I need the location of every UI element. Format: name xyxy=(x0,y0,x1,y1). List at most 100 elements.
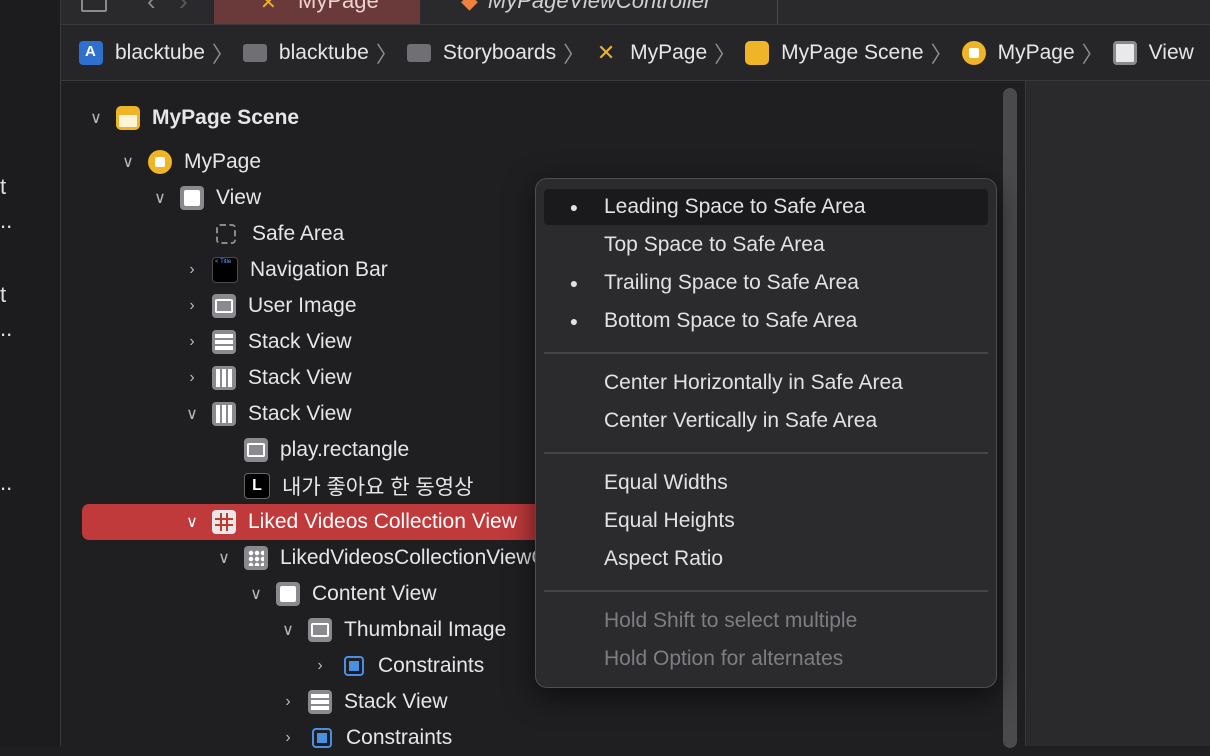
image-view-icon xyxy=(244,438,268,462)
outline-row-stack-view[interactable]: ∨ Stack View xyxy=(180,396,352,432)
view-controller-icon xyxy=(148,150,172,174)
row-label: Stack View xyxy=(248,330,352,353)
outline-row-safe-area[interactable]: ∨ Safe Area xyxy=(180,216,344,252)
tab-mypageviewcontroller[interactable]: ◆ MyPageViewController xyxy=(461,0,711,14)
menu-item-aspect-ratio[interactable]: Aspect Ratio xyxy=(544,541,988,577)
menu-hint-label: Hold Option for alternates xyxy=(604,647,844,670)
breadcrumb-item-view[interactable]: View xyxy=(1112,40,1194,65)
app-icon xyxy=(79,40,103,65)
menu-item-center-vertically[interactable]: Center Vertically in Safe Area xyxy=(544,403,988,439)
row-label: LikedVideosCollectionViewCell xyxy=(280,546,568,569)
menu-item-label: Center Horizontally in Safe Area xyxy=(604,371,903,394)
safe-area-icon xyxy=(216,224,236,244)
navigation-bar-icon xyxy=(212,257,238,283)
menu-hint-label: Hold Shift to select multiple xyxy=(604,609,858,632)
breadcrumb-item-view-controller[interactable]: MyPage 〉 xyxy=(961,37,1113,69)
disclosure-chevron-down-icon[interactable]: ∨ xyxy=(212,548,236,568)
chevron-right-icon: 〉 xyxy=(714,41,737,67)
label-icon: L xyxy=(244,473,270,499)
disclosure-chevron-right-icon[interactable]: › xyxy=(276,729,300,747)
collection-cell-icon xyxy=(244,546,268,570)
vertical-stack-view-icon xyxy=(212,330,236,354)
row-label: Safe Area xyxy=(252,222,345,245)
outline-row-view-controller[interactable]: ∨ MyPage xyxy=(116,144,261,180)
scene-icon xyxy=(745,40,770,65)
disclosure-chevron-right-icon[interactable]: › xyxy=(180,369,204,387)
canvas-pane xyxy=(1025,81,1210,746)
outline-row-view[interactable]: ∨ View xyxy=(148,180,261,216)
outline-row-user-image[interactable]: › User Image xyxy=(180,288,357,324)
menu-item-label: Equal Widths xyxy=(604,471,728,494)
view-controller-icon xyxy=(961,40,986,65)
outline-row-play-rectangle[interactable]: ∨ play.rectangle xyxy=(212,432,409,468)
breadcrumb-label: View xyxy=(1148,40,1194,64)
chevron-right-icon: 〉 xyxy=(563,41,586,67)
disclosure-chevron-right-icon[interactable]: › xyxy=(180,333,204,351)
outline-row-stack-view[interactable]: › Stack View xyxy=(180,360,352,396)
menu-hint-option: Hold Option for alternates xyxy=(544,641,988,677)
disclosure-chevron-down-icon[interactable]: ∨ xyxy=(116,152,140,172)
related-items-grid-icon[interactable] xyxy=(81,0,107,12)
view-icon xyxy=(1112,40,1137,65)
outline-row-scene[interactable]: ∨ MyPage Scene xyxy=(84,100,299,136)
outline-scrollbar[interactable] xyxy=(1003,88,1017,748)
menu-item-center-horizontally[interactable]: Center Horizontally in Safe Area xyxy=(544,365,988,401)
disclosure-chevron-right-icon[interactable]: › xyxy=(180,261,204,279)
disclosure-chevron-down-icon[interactable]: ∨ xyxy=(148,188,172,208)
view-icon xyxy=(180,186,204,210)
breadcrumb-label: MyPage xyxy=(997,40,1075,64)
swift-icon: ◆ xyxy=(461,0,478,13)
outline-row-constraints[interactable]: › Constraints xyxy=(276,720,452,756)
disclosure-chevron-right-icon[interactable]: › xyxy=(180,297,204,315)
menu-item-equal-widths[interactable]: Equal Widths xyxy=(544,465,988,501)
outline-row-content-view[interactable]: ∨ Content View xyxy=(244,576,437,612)
breadcrumb-label: blacktube xyxy=(115,40,205,64)
jump-bar-breadcrumb: blacktube 〉 blacktube 〉 Storyboards 〉 ✕ … xyxy=(61,25,1210,81)
menu-item-label: Trailing Space to Safe Area xyxy=(604,271,859,294)
disclosure-chevron-right-icon[interactable]: › xyxy=(308,657,332,675)
outline-row-thumbnail-image[interactable]: ∨ Thumbnail Image xyxy=(276,612,506,648)
outline-row-label[interactable]: ∨ L 내가 좋아요 한 동영상 xyxy=(212,468,473,504)
menu-item-top-space[interactable]: Top Space to Safe Area xyxy=(544,227,988,263)
back-chevron-icon[interactable]: ‹ xyxy=(147,0,156,17)
tab-label: MyPage xyxy=(298,0,379,13)
scene-icon xyxy=(116,106,140,130)
outline-row-collection-cell[interactable]: ∨ LikedVideosCollectionViewCell xyxy=(212,540,568,576)
menu-separator xyxy=(544,352,988,354)
disclosure-chevron-down-icon[interactable]: ∨ xyxy=(276,620,300,640)
menu-separator xyxy=(544,590,988,592)
outline-row-constraints[interactable]: › Constraints xyxy=(308,648,484,684)
vertical-stack-view-icon xyxy=(308,690,332,714)
disclosure-chevron-down-icon[interactable]: ∨ xyxy=(180,512,204,532)
row-label: Stack View xyxy=(344,690,448,713)
menu-item-label: Bottom Space to Safe Area xyxy=(604,309,858,332)
breadcrumb-label: MyPage xyxy=(630,40,708,64)
image-view-icon xyxy=(212,294,236,318)
folder-icon xyxy=(406,43,431,62)
image-view-icon xyxy=(308,618,332,642)
breadcrumb-item-group[interactable]: blacktube 〉 xyxy=(242,37,407,69)
breadcrumb-item-storyboards[interactable]: Storyboards 〉 xyxy=(406,37,594,69)
menu-item-bottom-space[interactable]: ● Bottom Space to Safe Area xyxy=(544,303,988,339)
row-label: Navigation Bar xyxy=(250,258,388,281)
fragment-text: .. xyxy=(0,208,13,233)
menu-item-label: Leading Space to Safe Area xyxy=(604,195,866,218)
disclosure-chevron-right-icon[interactable]: › xyxy=(276,693,300,711)
breadcrumb-item-storyboard-file[interactable]: ✕ MyPage 〉 xyxy=(594,37,745,69)
menu-item-leading-space[interactable]: ● Leading Space to Safe Area xyxy=(544,189,988,225)
disclosure-chevron-down-icon[interactable]: ∨ xyxy=(180,404,204,424)
forward-chevron-icon[interactable]: › xyxy=(179,0,188,17)
fragment-text: .. xyxy=(0,470,13,495)
menu-item-equal-heights[interactable]: Equal Heights xyxy=(544,503,988,539)
row-label: MyPage Scene xyxy=(152,106,300,129)
outline-row-navigation-bar[interactable]: › Navigation Bar xyxy=(180,252,388,288)
disclosure-chevron-down-icon[interactable]: ∨ xyxy=(244,584,268,604)
breadcrumb-item-project[interactable]: blacktube 〉 xyxy=(61,37,243,69)
storyboard-icon: ✕ xyxy=(260,0,277,14)
disclosure-chevron-down-icon[interactable]: ∨ xyxy=(84,108,108,128)
tab-mypage[interactable]: ✕ MyPage xyxy=(214,0,420,24)
menu-item-trailing-space[interactable]: ● Trailing Space to Safe Area xyxy=(544,265,988,301)
outline-row-stack-view[interactable]: › Stack View xyxy=(276,684,448,720)
outline-row-stack-view[interactable]: › Stack View xyxy=(180,324,352,360)
breadcrumb-item-scene[interactable]: MyPage Scene 〉 xyxy=(745,37,961,69)
